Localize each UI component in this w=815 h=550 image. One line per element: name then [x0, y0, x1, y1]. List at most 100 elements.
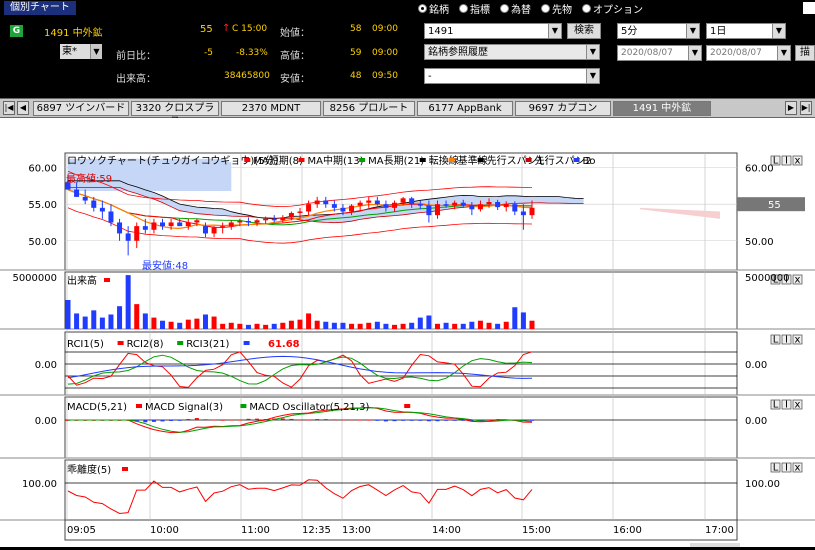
radio-fx[interactable]: 為替 [500, 1, 531, 16]
minimize-icon: L [773, 400, 779, 411]
restore-icon: I [785, 463, 788, 474]
tab-2370[interactable]: 2370 MDNT [221, 101, 321, 116]
radio-label: 指標 [470, 5, 490, 16]
chart-spacer [0, 118, 815, 152]
tab-8256[interactable]: 8256 プロルート [323, 101, 415, 116]
restore-icon: I [785, 335, 788, 346]
candle-body [177, 222, 183, 227]
date-from-value: 2020/08/07 [621, 48, 673, 58]
candle-body [443, 204, 449, 206]
macd-histogram-bar [203, 419, 208, 421]
radio-options[interactable]: オプション [582, 1, 643, 16]
macd-histogram-bar [151, 420, 156, 422]
candle-body [434, 204, 440, 216]
price-tick-right: 60.00 [745, 164, 774, 175]
volume-legend: 出来高 [67, 274, 97, 287]
candle-body [314, 200, 320, 205]
rci-legend-item: RCI1(5) [67, 339, 104, 350]
macd-histogram-bar [169, 420, 174, 421]
prev-diff-pct: -8.33% [236, 48, 268, 58]
reference-value-select[interactable]: - ▼ [424, 68, 600, 84]
candle-body [306, 204, 312, 212]
candle-body [426, 205, 432, 216]
kairi-legend: 乖離度(5) [67, 463, 111, 476]
candle-body [168, 222, 174, 227]
candle-body [469, 205, 475, 210]
legend-swatch [419, 158, 426, 162]
price-legend-item: MA中期(13) [308, 154, 364, 167]
date-from-field[interactable]: 2020/08/07 ▼ [617, 45, 702, 61]
tab-6177[interactable]: 6177 AppBank [417, 101, 513, 116]
volume-bar [426, 315, 432, 329]
chevron-down-icon: ▼ [686, 24, 699, 38]
macd-histogram-bar [332, 419, 337, 421]
market-select[interactable]: 東* ▼ [60, 44, 102, 59]
date-to-field[interactable]: 2020/08/07 ▼ [706, 45, 791, 61]
tab-3320[interactable]: 3320 クロスプラス [131, 101, 219, 127]
code-value: 1491 [428, 26, 454, 37]
price-tick-left: 50.00 [28, 237, 57, 248]
macd-histogram-bar [444, 420, 449, 421]
first-tab-icon[interactable]: |◀ [3, 101, 15, 115]
code-input[interactable]: 1491 ▼ [424, 23, 562, 39]
search-button[interactable]: 検索 [567, 23, 601, 39]
tab-9697[interactable]: 9697 カプコン [515, 101, 611, 116]
volume-bar [349, 323, 355, 329]
close-icon: x [795, 275, 801, 286]
volume-bar [452, 323, 458, 329]
x-tick-label: 12:35 [302, 525, 331, 536]
volume-bar [125, 275, 131, 329]
candle-body [383, 204, 389, 208]
candle-body [417, 204, 423, 206]
candle-body [134, 226, 140, 241]
volume-bar [460, 323, 466, 329]
ref-value: - [428, 71, 432, 82]
candle-body [409, 198, 415, 205]
macd-histogram-bar [530, 420, 534, 421]
macd-histogram-bar [298, 419, 302, 421]
x-tick-label: 11:00 [241, 525, 270, 536]
volume-bar [82, 316, 88, 329]
candle-body [99, 207, 105, 212]
macd-histogram-bar [315, 419, 320, 420]
macd-histogram-bar [212, 419, 217, 421]
ref-history-label: 銘柄参照履歴 [428, 47, 488, 58]
reference-history-select[interactable]: 銘柄参照履歴 ▼ [424, 44, 600, 60]
radio-dot-icon [418, 4, 427, 13]
radio-stock[interactable]: 銘柄 [418, 1, 449, 16]
radio-label: 先物 [552, 5, 572, 16]
interval-select[interactable]: 5分 ▼ [617, 23, 700, 39]
candle-body [495, 201, 501, 208]
radio-index[interactable]: 指標 [459, 1, 490, 16]
draw-button[interactable]: 描画 [795, 45, 815, 61]
prev-tab-icon[interactable]: ◀ [17, 101, 29, 115]
macd-histogram-bar [289, 418, 294, 420]
interval-value: 5分 [621, 26, 638, 37]
volume-bar [254, 323, 260, 329]
window-title: 個別チャート [4, 1, 76, 15]
volume-bar [108, 314, 114, 329]
window-close-button[interactable] [803, 2, 815, 14]
x-tick-label: 10:00 [150, 525, 179, 536]
stock-tabs-bar: |◀ ◀ 6897 ツインバード 3320 クロスプラス 2370 MDNT 8… [0, 98, 815, 127]
tab-6897[interactable]: 6897 ツインバード [33, 101, 129, 116]
legend-swatch [122, 467, 128, 471]
candle-body [82, 196, 88, 201]
next-tab-icon[interactable]: ▶ [785, 101, 797, 115]
close-icon: x [795, 156, 801, 167]
last-tab-icon[interactable]: ▶| [800, 101, 812, 115]
volume-bar [288, 320, 294, 329]
macd-histogram-bar [186, 419, 191, 420]
chevron-down-icon: ▼ [90, 44, 102, 59]
candle-body [74, 189, 80, 197]
radio-futures[interactable]: 先物 [541, 1, 572, 16]
low-annotation: 最安値:48 [142, 259, 188, 272]
macd-histogram-bar [487, 419, 492, 421]
legend-swatch [177, 341, 184, 345]
volume-bar [409, 322, 415, 329]
period-select[interactable]: 1日 ▼ [706, 23, 786, 39]
candle-body [512, 204, 518, 212]
x-tick-label: 16:00 [613, 525, 642, 536]
tab-1491[interactable]: 1491 中外鉱 [613, 101, 711, 116]
high-time: 09:00 [372, 48, 398, 58]
